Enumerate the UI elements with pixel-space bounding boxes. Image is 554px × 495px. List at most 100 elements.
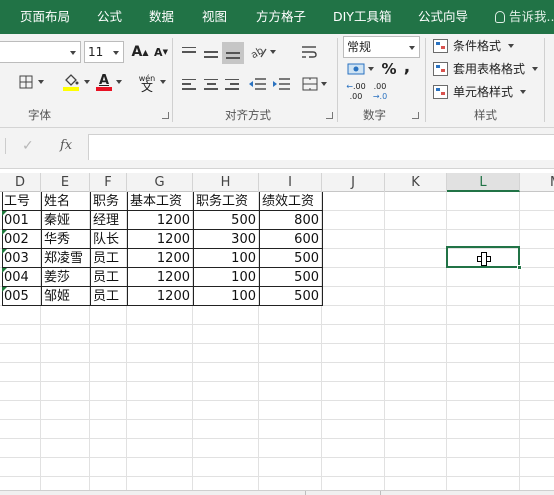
column-header-l[interactable]: L — [447, 173, 520, 192]
column-header-i[interactable]: I — [259, 173, 322, 192]
number-format-select[interactable]: 常规 — [343, 36, 420, 58]
tab-diy-toolbox[interactable]: DIY工具箱 — [333, 0, 391, 34]
merge-center-button[interactable] — [301, 74, 319, 94]
table-cell[interactable]: 600 — [260, 230, 323, 249]
scrollbar-thumb[interactable] — [380, 491, 554, 495]
table-header-cell[interactable]: 工号 — [2, 192, 42, 211]
merge-dropdown[interactable] — [319, 76, 329, 92]
borders-dropdown[interactable] — [36, 74, 46, 90]
column-header-f[interactable]: F — [90, 173, 127, 192]
tab-formula-wizard[interactable]: 公式向导 — [418, 0, 468, 34]
table-cell[interactable]: 员工 — [91, 268, 128, 287]
decrease-decimal-button[interactable]: .00 →.0 — [369, 81, 391, 103]
table-cell[interactable]: 500 — [260, 268, 323, 287]
font-name-select[interactable] — [0, 41, 81, 63]
fill-color-button[interactable] — [60, 72, 82, 92]
table-cell[interactable]: 005 — [2, 287, 42, 306]
checkmark-icon[interactable]: ✓ — [22, 138, 34, 154]
table-cell[interactable]: 500 — [194, 211, 260, 230]
orientation-button[interactable]: ab — [249, 42, 269, 62]
table-cell[interactable]: 1200 — [128, 268, 194, 287]
table-cell[interactable]: 1200 — [128, 230, 194, 249]
align-bottom-button[interactable] — [222, 42, 244, 64]
table-cell[interactable]: 员工 — [91, 287, 128, 306]
insert-function-icon[interactable]: fx — [60, 138, 72, 153]
table-header-cell[interactable]: 职务 — [91, 192, 128, 211]
table-cell[interactable]: 1200 — [128, 287, 194, 306]
percent-style-button[interactable]: % — [380, 60, 398, 78]
table-cell[interactable]: 100 — [194, 268, 260, 287]
fill-color-dropdown[interactable] — [82, 74, 92, 90]
font-dialog-launcher-icon[interactable] — [162, 112, 169, 119]
phonetic-guide-button[interactable]: wén 文 — [136, 72, 158, 94]
column-header-e[interactable]: E — [41, 173, 90, 192]
increase-decimal-button[interactable]: ←.00 .00 — [345, 81, 367, 103]
table-cell[interactable]: 队长 — [91, 230, 128, 249]
orientation-dropdown[interactable] — [268, 44, 278, 60]
align-top-button[interactable] — [179, 42, 199, 62]
wrap-text-button[interactable] — [298, 42, 320, 62]
table-cell[interactable]: 1200 — [128, 211, 194, 230]
table-cell[interactable]: 员工 — [91, 249, 128, 268]
table-cell[interactable]: 邹姬 — [42, 287, 91, 306]
table-cell[interactable]: 002 — [2, 230, 42, 249]
font-color-dropdown[interactable] — [114, 74, 124, 90]
tab-view[interactable]: 视图 — [202, 0, 227, 34]
tab-page-layout[interactable]: 页面布局 — [20, 0, 70, 34]
table-cell[interactable]: 001 — [2, 211, 42, 230]
table-header-cell[interactable]: 基本工资 — [128, 192, 194, 211]
table-cell[interactable]: 华秀 — [42, 230, 91, 249]
align-right-button[interactable] — [222, 74, 242, 94]
column-header-h[interactable]: H — [193, 173, 259, 192]
table-cell[interactable]: 800 — [260, 211, 323, 230]
align-center-button[interactable] — [201, 74, 221, 94]
font-size-select[interactable]: 11 — [84, 41, 124, 63]
table-cell[interactable]: 500 — [260, 287, 323, 306]
borders-button[interactable] — [18, 74, 34, 90]
table-header-cell[interactable]: 姓名 — [42, 192, 91, 211]
column-header-k[interactable]: K — [385, 173, 447, 192]
tab-data[interactable]: 数据 — [149, 0, 174, 34]
table-cell[interactable]: 004 — [2, 268, 42, 287]
accounting-dropdown[interactable] — [366, 61, 376, 77]
table-header-cell[interactable]: 职务工资 — [194, 192, 260, 211]
horizontal-scrollbar[interactable] — [0, 490, 554, 495]
table-cell[interactable]: 姜莎 — [42, 268, 91, 287]
tell-me-box[interactable]: 告诉我... — [495, 0, 554, 34]
table-cell[interactable]: 003 — [2, 249, 42, 268]
table-cell[interactable]: 500 — [260, 249, 323, 268]
align-left-button[interactable] — [179, 74, 199, 94]
column-header-m[interactable]: M — [520, 173, 554, 192]
column-header-g[interactable]: G — [127, 173, 193, 192]
cell-styles-button[interactable]: 单元格样式 — [433, 82, 526, 102]
sheet-tabs-area[interactable] — [0, 491, 306, 495]
comma-style-button[interactable]: , — [400, 57, 414, 77]
formula-input[interactable] — [88, 134, 554, 160]
table-cell[interactable]: 秦娅 — [42, 211, 91, 230]
fill-handle[interactable] — [517, 265, 522, 270]
worksheet-grid[interactable]: 工号 姓名 职务 基本工资 职务工资 绩效工资 001 秦娅 经理 1200 500 800 002 华秀… — [0, 192, 554, 490]
table-header-cell[interactable]: 绩效工资 — [260, 192, 323, 211]
alignment-dialog-launcher-icon[interactable] — [326, 112, 333, 119]
column-header-j[interactable]: J — [322, 173, 385, 192]
table-cell[interactable]: 1200 — [128, 249, 194, 268]
shrink-font-button[interactable]: A ▼ — [152, 42, 170, 62]
increase-indent-button[interactable] — [270, 74, 292, 94]
conditional-formatting-button[interactable]: 条件格式 — [433, 36, 514, 56]
table-cell[interactable]: 100 — [194, 249, 260, 268]
tab-formulas[interactable]: 公式 — [97, 0, 122, 34]
name-box-edge[interactable] — [0, 138, 6, 154]
accounting-format-button[interactable] — [345, 60, 367, 78]
font-color-button[interactable]: A — [95, 72, 113, 92]
align-middle-button[interactable] — [201, 42, 221, 62]
phonetic-dropdown[interactable] — [158, 74, 168, 90]
table-cell[interactable]: 300 — [194, 230, 260, 249]
number-dialog-launcher-icon[interactable] — [412, 112, 419, 119]
table-cell[interactable]: 经理 — [91, 211, 128, 230]
tab-fangfang-gezi[interactable]: 方方格子 — [256, 0, 306, 34]
format-as-table-button[interactable]: 套用表格格式 — [433, 59, 538, 79]
column-header-d[interactable]: D — [0, 173, 41, 192]
table-cell[interactable]: 郑凌雪 — [42, 249, 91, 268]
decrease-indent-button[interactable] — [246, 74, 268, 94]
table-cell[interactable]: 100 — [194, 287, 260, 306]
